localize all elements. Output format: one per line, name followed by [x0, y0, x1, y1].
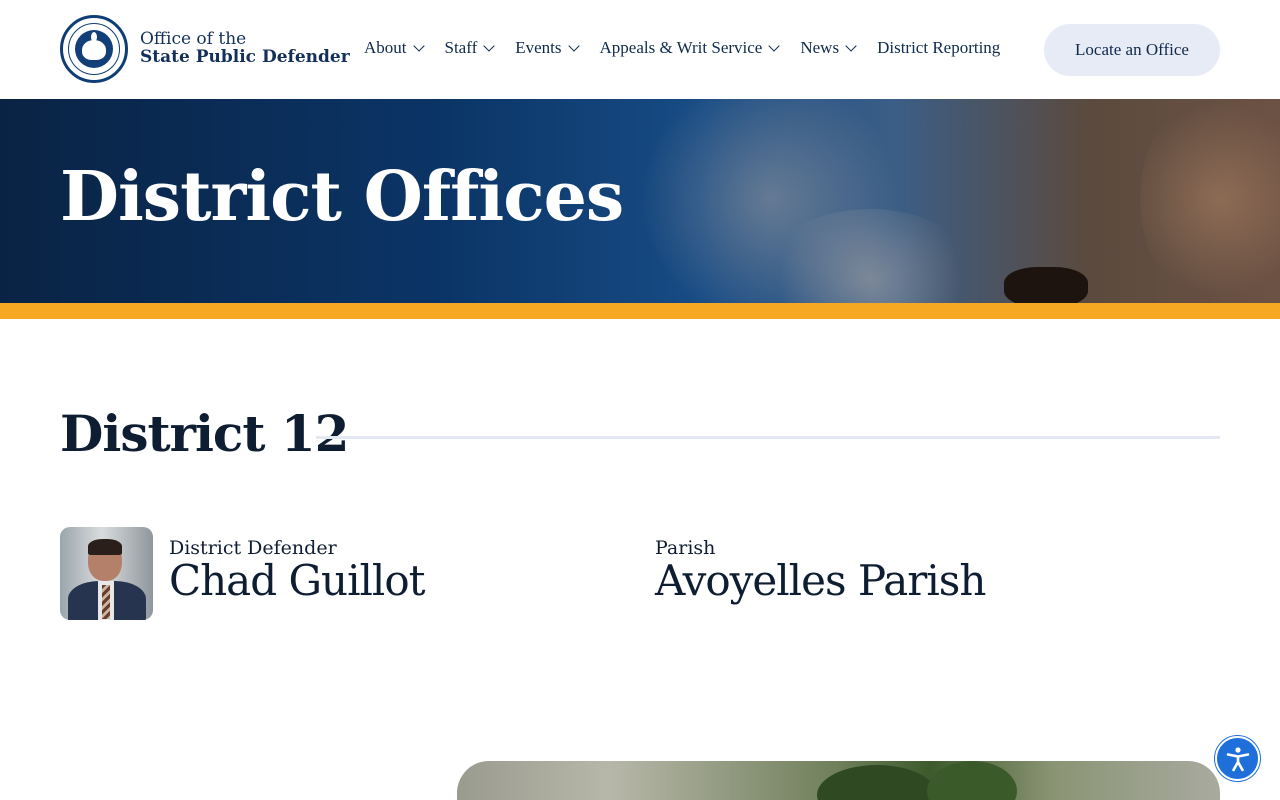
defender-info: District Defender Chad Guillot — [169, 527, 426, 620]
logo-text: Office of the State Public Defender — [140, 30, 350, 67]
chevron-down-icon — [845, 40, 857, 52]
nav-item-label: News — [800, 38, 840, 57]
site-header: Office of the State Public Defender Abou… — [0, 0, 1280, 99]
nav-item-about[interactable]: About — [364, 38, 425, 58]
nav-item-label: District Reporting — [877, 38, 1001, 57]
chevron-down-icon — [412, 40, 425, 52]
parish-info: Parish Avoyelles Parish — [655, 537, 986, 605]
hero-accent-stripe — [0, 303, 1280, 319]
chevron-down-icon — [483, 40, 495, 52]
chevron-down-icon — [567, 40, 580, 52]
nav-item-label: Appeals & Writ Service — [599, 38, 763, 57]
louisiana-state-seal-icon — [60, 15, 128, 83]
parish-name: Avoyelles Parish — [655, 556, 986, 605]
hero-banner: District Offices — [0, 99, 1280, 303]
nav-item-staff[interactable]: Staff — [444, 38, 495, 58]
main-nav: About Staff Events Appeals & Writ Servic… — [364, 38, 1022, 58]
defender-name: Chad Guillot — [169, 556, 426, 605]
page-title: District Offices — [60, 157, 624, 237]
defender-photo — [60, 527, 153, 620]
nav-item-label: About — [364, 38, 407, 57]
district-defender-card: District Defender Chad Guillot — [60, 527, 426, 620]
nav-item-label: Staff — [444, 38, 478, 57]
district-title: District 12 — [60, 404, 349, 463]
accessibility-button[interactable] — [1215, 736, 1260, 781]
nav-item-district-reporting[interactable]: District Reporting — [877, 38, 1000, 58]
nav-item-appeals-writ-service[interactable]: Appeals & Writ Service — [599, 38, 781, 58]
nav-item-events[interactable]: Events — [515, 38, 580, 58]
nav-item-label: Events — [515, 38, 562, 57]
logo-line2: State Public Defender — [140, 47, 350, 67]
gavel-image — [994, 267, 1098, 303]
site-logo[interactable]: Office of the State Public Defender — [60, 15, 350, 83]
section-divider — [316, 436, 1220, 439]
nav-item-news[interactable]: News — [800, 38, 857, 58]
office-photo — [457, 761, 1220, 800]
accessibility-icon — [1226, 747, 1250, 772]
hero-background-blur — [1140, 99, 1280, 303]
locate-office-button[interactable]: Locate an Office — [1044, 24, 1220, 76]
chevron-down-icon — [768, 40, 781, 52]
